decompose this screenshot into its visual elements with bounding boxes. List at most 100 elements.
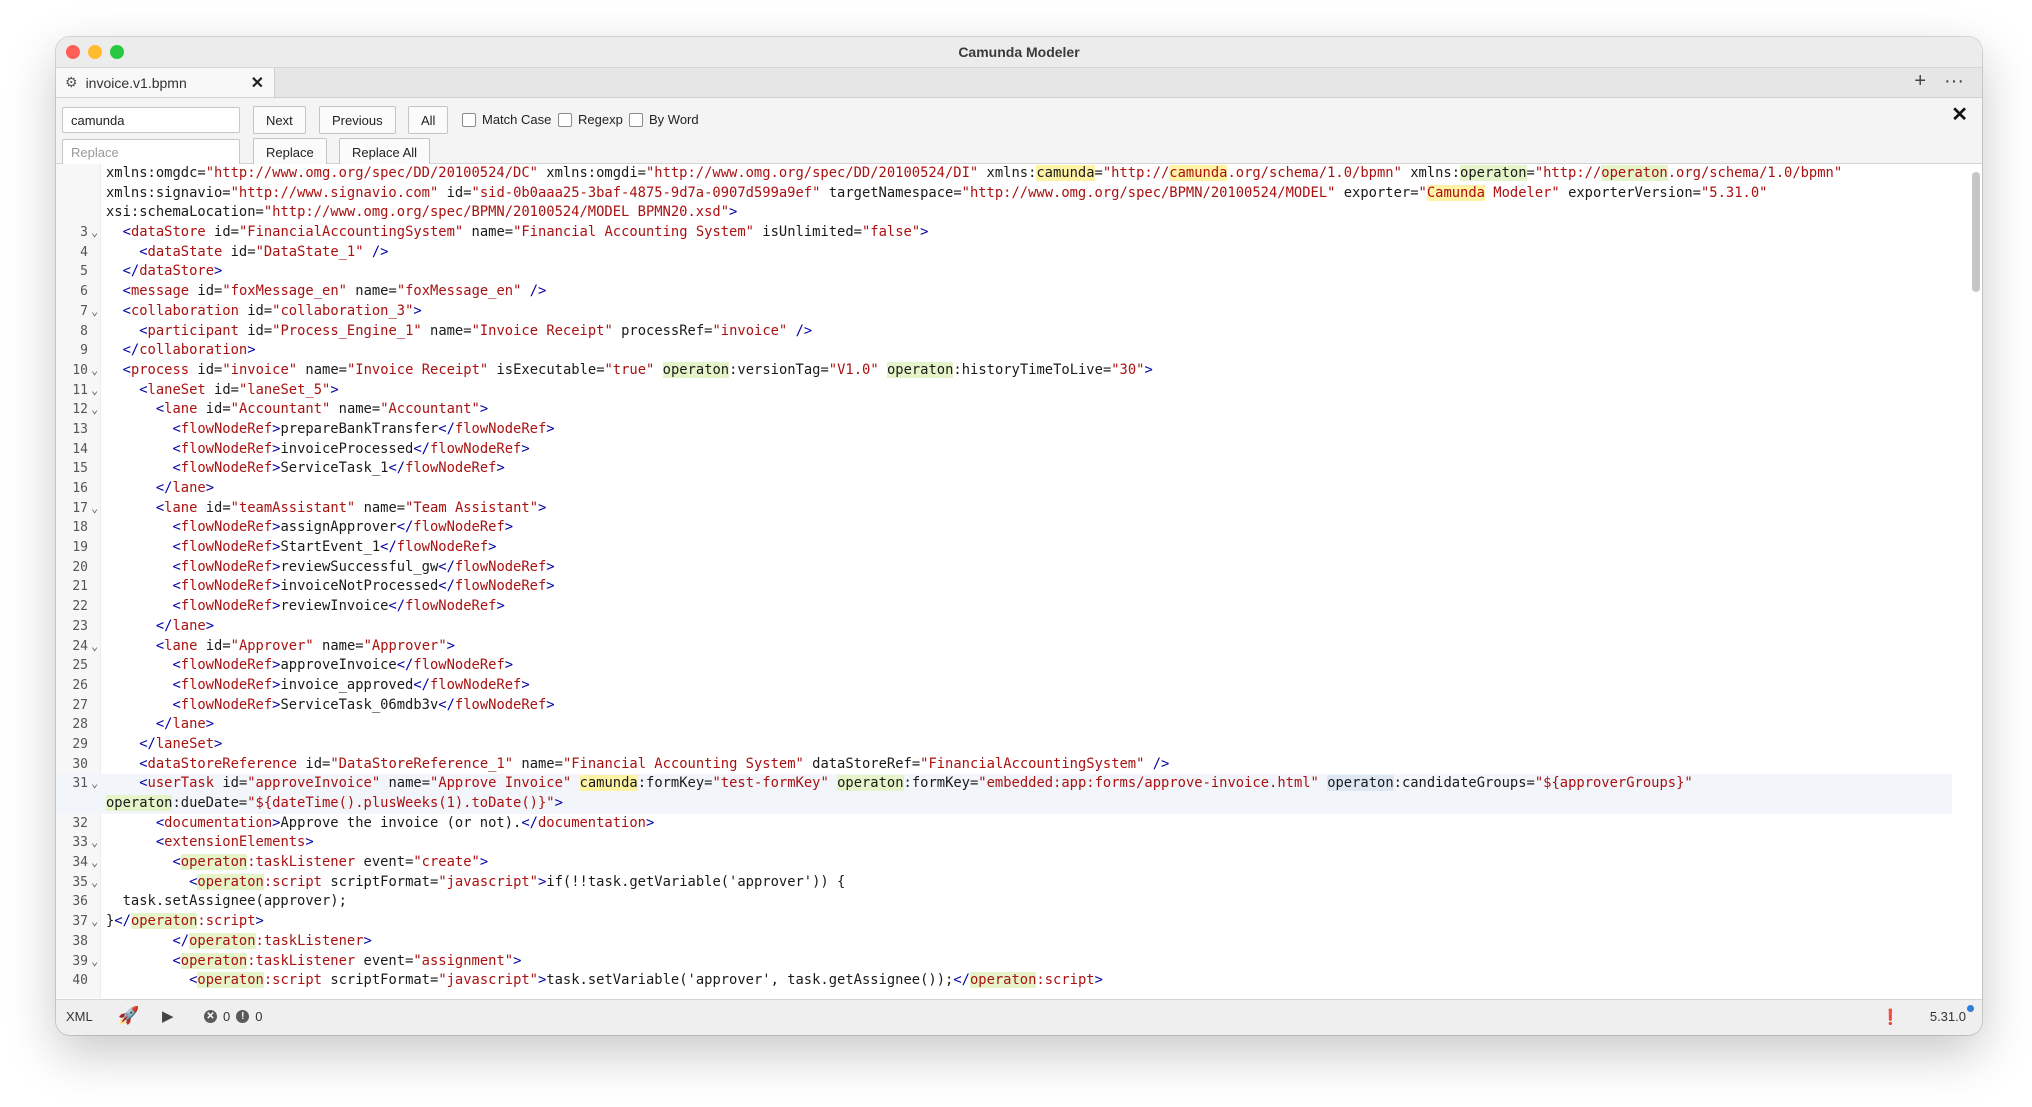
version-label[interactable]: 5.31.0: [1930, 1005, 1974, 1024]
code-line[interactable]: 26 <flowNodeRef>invoice_approved</flowNo…: [56, 676, 1952, 696]
fold-chevron-icon[interactable]: ⌄: [91, 223, 98, 243]
code-line[interactable]: 7 ⌄ <collaboration id="collaboration_3">: [56, 302, 1952, 322]
code-line[interactable]: 33 ⌄ <extensionElements>: [56, 833, 1952, 853]
xml-editor[interactable]: xmlns:omgdc="http://www.omg.org/spec/DD/…: [56, 164, 1982, 998]
code-line[interactable]: 21 <flowNodeRef>invoiceNotProcessed</flo…: [56, 577, 1952, 597]
code-text: <userTask id="approveInvoice" name="Appr…: [139, 775, 1693, 792]
gear-icon: ⚙: [65, 74, 78, 90]
code-line[interactable]: 36 task.setAssignee(approver);: [56, 892, 1952, 912]
fold-chevron-icon[interactable]: ⌄: [91, 853, 98, 873]
fold-chevron-icon[interactable]: ⌄: [91, 381, 98, 401]
problems-indicator[interactable]: ✕ 0 ! 0: [204, 1009, 262, 1024]
code-line[interactable]: 14 <flowNodeRef>invoiceProcessed</flowNo…: [56, 440, 1952, 460]
fold-chevron-icon[interactable]: ⌄: [91, 912, 98, 932]
line-number: 27: [72, 697, 88, 713]
maximize-window-button[interactable]: [110, 45, 124, 59]
code-line[interactable]: 32 <documentation>Approve the invoice (o…: [56, 814, 1952, 834]
code-line[interactable]: 5 </dataStore>: [56, 262, 1952, 282]
line-number: 13: [72, 421, 88, 437]
code-line[interactable]: xmlns:omgdc="http://www.omg.org/spec/DD/…: [56, 164, 1952, 184]
rocket-icon[interactable]: 🚀: [118, 1006, 139, 1026]
code-line[interactable]: 15 <flowNodeRef>ServiceTask_1</flowNodeR…: [56, 459, 1952, 479]
code-line[interactable]: 27 <flowNodeRef>ServiceTask_06mdb3v</flo…: [56, 696, 1952, 716]
match-case-checkbox[interactable]: Match Case: [462, 112, 551, 127]
close-tab-icon[interactable]: ✕: [251, 73, 264, 93]
by-word-checkbox[interactable]: By Word: [629, 112, 699, 127]
code-line[interactable]: 11 ⌄ <laneSet id="laneSet_5">: [56, 381, 1952, 401]
error-count: 0: [223, 1009, 231, 1024]
code-line[interactable]: 28 </lane>: [56, 715, 1952, 735]
code-text: </dataStore>: [122, 263, 223, 280]
code-line[interactable]: operaton:dueDate="${dateTime().plusWeeks…: [56, 794, 1952, 814]
search-input[interactable]: [62, 107, 240, 133]
match-case-box[interactable]: [462, 112, 476, 127]
replace-all-button[interactable]: Replace All: [339, 138, 431, 166]
code-line[interactable]: xmlns:signavio="http://www.signavio.com"…: [56, 184, 1952, 204]
code-line[interactable]: 35 ⌄ <operaton:script scriptFormat="javas…: [56, 873, 1952, 893]
code-line[interactable]: 23 </lane>: [56, 617, 1952, 637]
code-line[interactable]: 18 <flowNodeRef>assignApprover</flowNode…: [56, 518, 1952, 538]
fold-chevron-icon[interactable]: ⌄: [91, 361, 98, 381]
line-number: 17: [72, 500, 88, 516]
xml-mode-label[interactable]: XML: [66, 1009, 93, 1024]
code-line[interactable]: 12 ⌄ <lane id="Accountant" name="Accounta…: [56, 400, 1952, 420]
code-line[interactable]: 38 </operaton:taskListener>: [56, 932, 1952, 952]
code-line[interactable]: 20 <flowNodeRef>reviewSuccessful_gw</flo…: [56, 558, 1952, 578]
fold-chevron-icon[interactable]: ⌄: [91, 400, 98, 420]
code-text: <dataStore id="FinancialAccountingSystem…: [122, 224, 929, 241]
line-number: 39: [72, 953, 88, 969]
app-window: Camunda Modeler ⚙ invoice.v1.bpmn ✕ + ··…: [56, 37, 1982, 1035]
code-line[interactable]: 16 </lane>: [56, 479, 1952, 499]
code-line[interactable]: 10 ⌄ <process id="invoice" name="Invoice …: [56, 361, 1952, 381]
next-button[interactable]: Next: [253, 106, 306, 134]
code-line[interactable]: 17 ⌄ <lane id="teamAssistant" name="Team …: [56, 499, 1952, 519]
feedback-icon[interactable]: ❗: [1881, 1008, 1900, 1026]
code-line[interactable]: 30 <dataStoreReference id="DataStoreRefe…: [56, 755, 1952, 775]
code-line[interactable]: 25 <flowNodeRef>approveInvoice</flowNode…: [56, 656, 1952, 676]
fold-chevron-icon[interactable]: ⌄: [91, 774, 98, 794]
replace-button[interactable]: Replace: [253, 138, 327, 166]
previous-button[interactable]: Previous: [319, 106, 396, 134]
line-number: 11: [72, 382, 88, 398]
code-line[interactable]: 6 <message id="foxMessage_en" name="foxM…: [56, 282, 1952, 302]
code-line[interactable]: 9 </collaboration>: [56, 341, 1952, 361]
code-line[interactable]: xsi:schemaLocation="http://www.omg.org/s…: [56, 203, 1952, 223]
code-line[interactable]: 22 <flowNodeRef>reviewInvoice</flowNodeR…: [56, 597, 1952, 617]
code-line[interactable]: 37 ⌄}</operaton:script>: [56, 912, 1952, 932]
minimize-window-button[interactable]: [88, 45, 102, 59]
regexp-checkbox[interactable]: Regexp: [558, 112, 623, 127]
line-number: 22: [72, 599, 88, 615]
fold-chevron-icon[interactable]: ⌄: [91, 637, 98, 657]
code-line[interactable]: 34 ⌄ <operaton:taskListener event="create…: [56, 853, 1952, 873]
code-line[interactable]: 8 <participant id="Process_Engine_1" nam…: [56, 322, 1952, 342]
tab-invoice[interactable]: ⚙ invoice.v1.bpmn ✕: [56, 68, 275, 97]
code-area[interactable]: xmlns:omgdc="http://www.omg.org/spec/DD/…: [56, 164, 1952, 991]
code-line[interactable]: 39 ⌄ <operaton:taskListener event="assign…: [56, 952, 1952, 972]
code-line[interactable]: 19 <flowNodeRef>StartEvent_1</flowNodeRe…: [56, 538, 1952, 558]
code-line[interactable]: 13 <flowNodeRef>prepareBankTransfer</flo…: [56, 420, 1952, 440]
code-line[interactable]: 24 ⌄ <lane id="Approver" name="Approver">: [56, 637, 1952, 657]
all-button[interactable]: All: [408, 106, 449, 134]
code-line[interactable]: 4 <dataState id="DataState_1" />: [56, 243, 1952, 263]
code-line[interactable]: 29 </laneSet>: [56, 735, 1952, 755]
code-text: </lane>: [155, 716, 215, 733]
close-search-icon[interactable]: ✕: [1951, 102, 1968, 127]
code-line[interactable]: 40 <operaton:script scriptFormat="javasc…: [56, 971, 1952, 991]
play-icon[interactable]: ▶: [162, 1007, 174, 1025]
line-number: 3: [80, 225, 88, 241]
by-word-box[interactable]: [629, 112, 643, 127]
add-tab-icon[interactable]: +: [1914, 70, 1926, 93]
code-line[interactable]: 31 ⌄ <userTask id="approveInvoice" name="…: [56, 774, 1952, 794]
fold-chevron-icon[interactable]: ⌄: [91, 952, 98, 972]
replace-input[interactable]: [62, 139, 240, 165]
fold-chevron-icon[interactable]: ⌄: [91, 833, 98, 853]
fold-chevron-icon[interactable]: ⌄: [91, 873, 98, 893]
fold-chevron-icon[interactable]: ⌄: [91, 302, 98, 322]
code-text: </collaboration>: [122, 342, 256, 359]
vertical-scrollbar[interactable]: [1972, 172, 1980, 292]
fold-chevron-icon[interactable]: ⌄: [91, 499, 98, 519]
more-options-icon[interactable]: ···: [1944, 70, 1964, 93]
regexp-box[interactable]: [558, 112, 572, 127]
close-window-button[interactable]: [66, 45, 80, 59]
code-line[interactable]: 3 ⌄ <dataStore id="FinancialAccountingSys…: [56, 223, 1952, 243]
